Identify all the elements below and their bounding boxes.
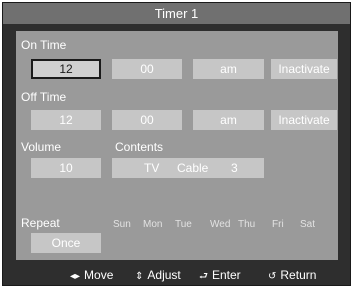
on-time-minute[interactable]: 00: [112, 59, 182, 79]
nav-move-label: Move: [84, 268, 114, 282]
navigation-bar: ◂▸ Move ⇕ Adjust ⮐ Enter ↺ Return: [3, 265, 350, 285]
repeat-day-wed[interactable]: Wed: [210, 219, 230, 231]
off-time-hour[interactable]: 12: [31, 110, 101, 130]
repeat-day-sun[interactable]: Sun: [113, 219, 131, 231]
on-time-hour[interactable]: 12: [31, 59, 101, 79]
volume-label: Volume: [21, 140, 62, 154]
left-right-arrows-icon: ◂▸: [70, 271, 81, 282]
on-time-status[interactable]: Inactivate: [271, 59, 337, 79]
contents-antenna: Cable: [177, 161, 209, 175]
nav-return-label: Return: [280, 268, 317, 282]
enter-icon: ⮐: [199, 271, 208, 282]
repeat-day-tue[interactable]: Tue: [175, 219, 192, 231]
contents-selector[interactable]: TV Cable 3: [112, 158, 264, 178]
nav-enter-label: Enter: [212, 268, 241, 282]
repeat-label: Repeat: [21, 216, 60, 230]
off-time-ampm[interactable]: am: [193, 110, 264, 130]
timer-settings-panel: On Time 12 00 am Inactivate Off Time 12 …: [16, 31, 338, 260]
on-time-ampm[interactable]: am: [193, 59, 264, 79]
repeat-day-sat[interactable]: Sat: [300, 219, 315, 231]
repeat-day-thu[interactable]: Thu: [238, 219, 255, 231]
dialog-title: Timer 1: [3, 3, 350, 24]
contents-source: TV: [144, 161, 160, 175]
on-time-label: On Time: [21, 38, 67, 52]
nav-adjust-label: Adjust: [147, 268, 181, 282]
off-time-status[interactable]: Inactivate: [271, 110, 337, 130]
off-time-label: Off Time: [21, 90, 67, 104]
off-time-minute[interactable]: 00: [112, 110, 182, 130]
repeat-day-fri[interactable]: Fri: [272, 219, 284, 231]
timer-dialog: Timer 1 On Time 12 00 am Inactivate Off …: [2, 2, 351, 286]
return-icon: ↺: [268, 271, 277, 282]
repeat-day-mon[interactable]: Mon: [143, 219, 162, 231]
repeat-value[interactable]: Once: [31, 233, 101, 253]
contents-label: Contents: [115, 140, 164, 154]
up-down-arrows-icon: ⇕: [135, 271, 144, 282]
volume-value[interactable]: 10: [31, 158, 101, 178]
contents-channel: 3: [231, 161, 238, 175]
screen: Timer 1 On Time 12 00 am Inactivate Off …: [0, 0, 353, 289]
